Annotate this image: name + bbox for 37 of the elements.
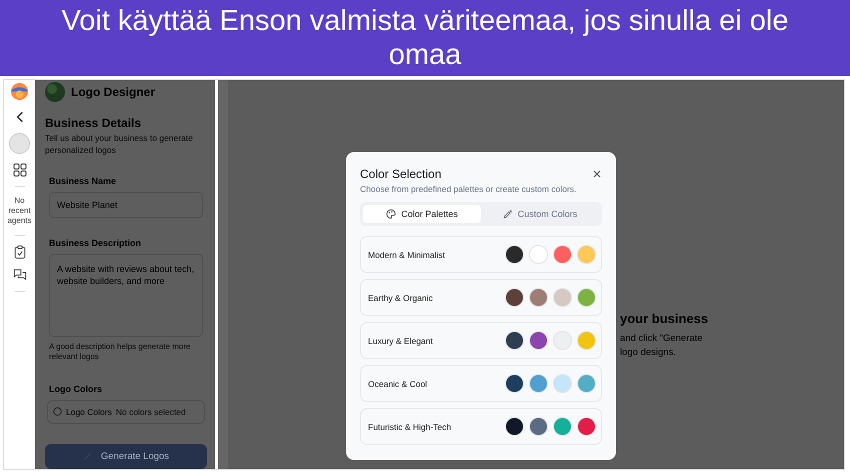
tab[interactable]: Custom Colors: [481, 205, 599, 223]
palette-name: Oceanic & Cool: [368, 378, 428, 388]
field-label: Business Description: [49, 238, 142, 248]
logo-icon[interactable]: [10, 82, 29, 101]
dialog-subtitle: Choose from predefined palettes or create custom colors.: [360, 184, 578, 194]
dialog-title: Color Selection: [360, 167, 442, 181]
empty-state-text: and click "Generate: [620, 332, 704, 346]
globe-logo-icon: [45, 82, 65, 102]
app-title: Logo Designer: [71, 85, 156, 99]
clipboard-check-icon[interactable]: [12, 245, 26, 259]
field-hint: A good description helps generate more relevant logos: [49, 342, 192, 362]
colors-status: No colors selected: [116, 406, 186, 417]
empty-state-heading: your business: [620, 311, 708, 326]
empty-agents-text: No recent agents: [6, 196, 33, 226]
palette-option[interactable]: Futuristic & High-Tech: [360, 408, 602, 445]
logo-colors-label: Logo Colors: [66, 406, 112, 417]
palette-name: Modern & Minimalist: [368, 250, 445, 260]
generate-button[interactable]: Generate Logos: [45, 444, 207, 469]
palette-icon: [386, 209, 396, 219]
caption-text: Voit käyttää Enson valmista väriteemaa, jos sinulla ei ole omaa: [60, 4, 790, 72]
field-label: Logo Colors: [49, 384, 103, 394]
section-subtitle: Tell us about your business to generate personalized logos: [45, 132, 194, 156]
palette-option[interactable]: Luxury & Elegant: [360, 322, 602, 359]
tab[interactable]: Color Palettes: [363, 205, 481, 223]
palette-name: Earthy & Organic: [368, 292, 433, 302]
palette-name: Futuristic & High-Tech: [368, 422, 452, 432]
palette-option[interactable]: Modern & Minimalist: [360, 236, 602, 273]
palette-name: Luxury & Elegant: [368, 336, 433, 346]
section-title: Business Details: [45, 116, 142, 130]
palette-option[interactable]: Oceanic & Cool: [360, 365, 602, 402]
chat-icon[interactable]: [12, 268, 26, 282]
grid-icon[interactable]: [12, 163, 26, 177]
close-icon[interactable]: [592, 169, 602, 179]
palette-icon: [53, 407, 62, 416]
palette-option[interactable]: Earthy & Organic: [360, 279, 602, 316]
empty-state-text: logo designs.: [620, 346, 677, 360]
field-label: Business Name: [49, 176, 118, 186]
